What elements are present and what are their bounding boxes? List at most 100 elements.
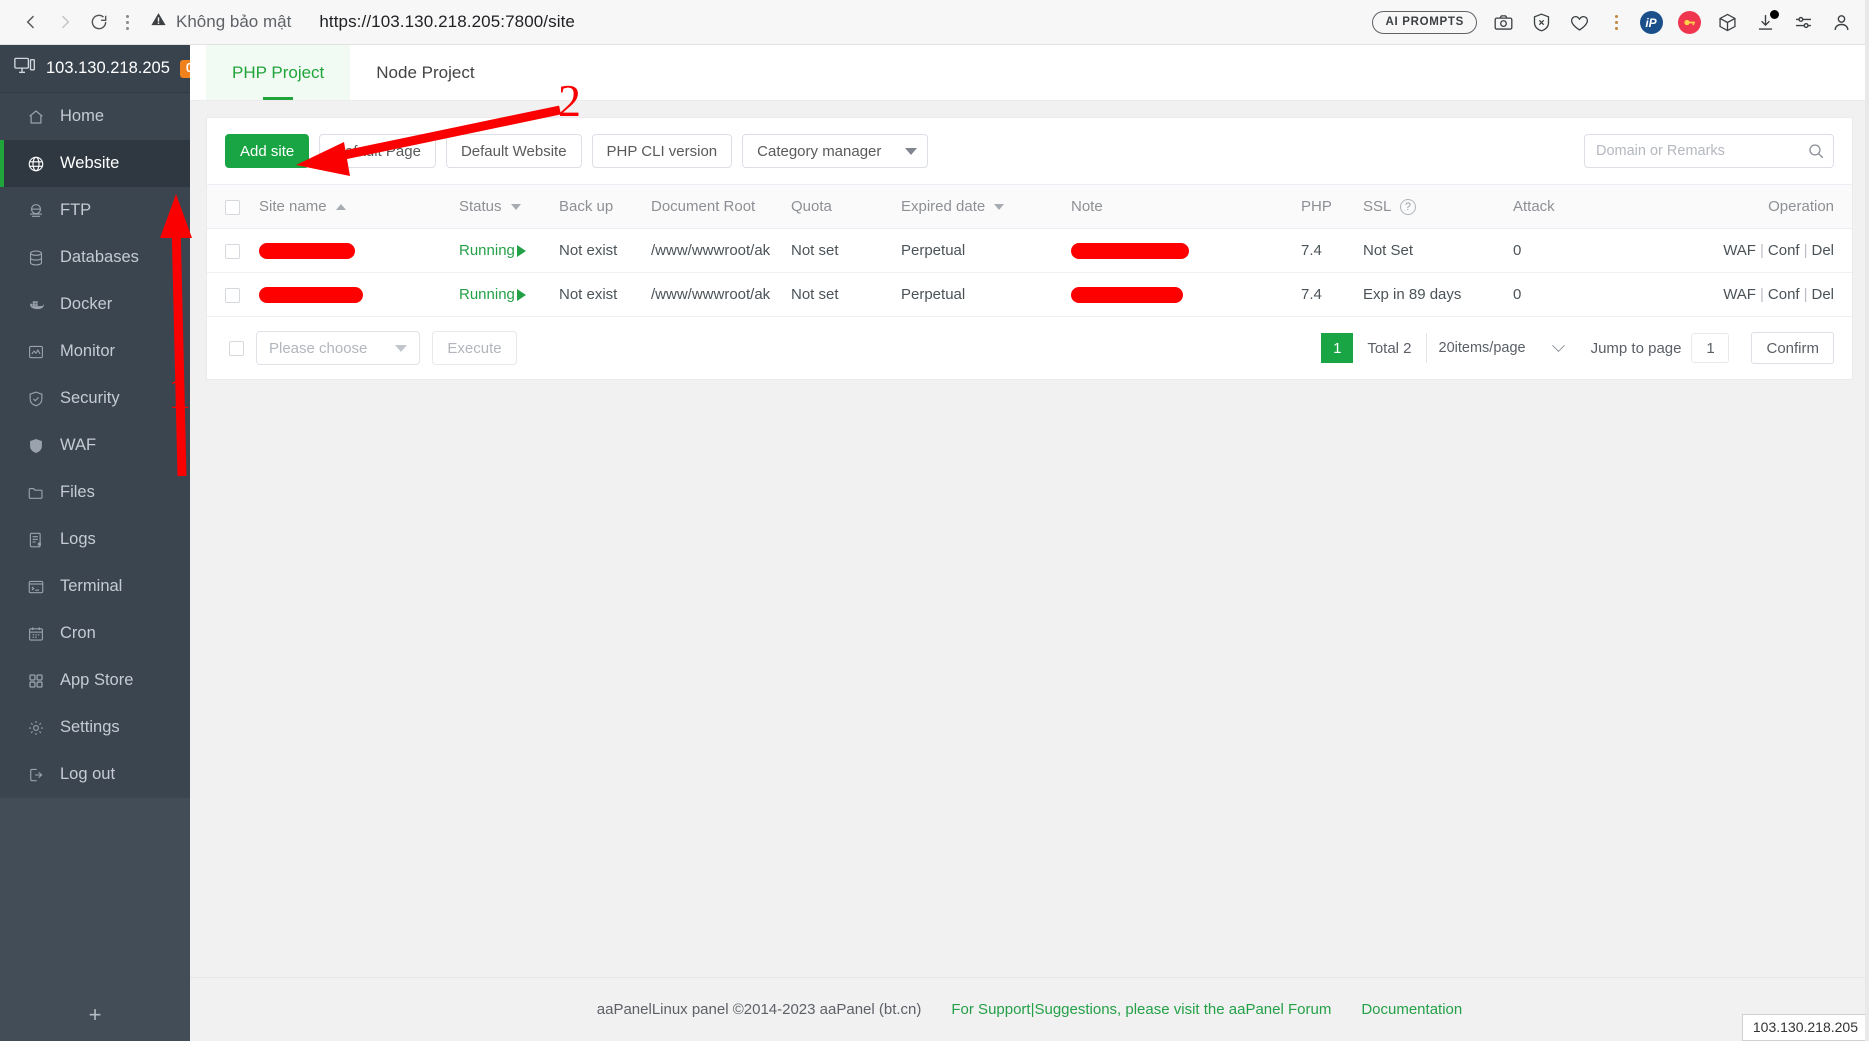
sidebar-item-waf[interactable]: WAF	[0, 422, 190, 469]
conf-link[interactable]: Conf	[1768, 286, 1800, 303]
sort-descending-icon[interactable]	[994, 204, 1005, 211]
shield-x-icon[interactable]	[1529, 11, 1553, 35]
page-number-1[interactable]: 1	[1321, 333, 1354, 364]
download-icon[interactable]	[1753, 9, 1779, 35]
category-manager-dropdown[interactable]: Category manager	[742, 134, 929, 168]
cell-expired-date[interactable]: Perpetual	[895, 272, 1065, 318]
sidebar-item-label: Monitor	[60, 342, 116, 360]
sidebar-item-cron[interactable]: Cron	[0, 610, 190, 657]
cell-status[interactable]: Running	[453, 228, 553, 274]
cell-php[interactable]: 7.4	[1295, 228, 1357, 274]
header-document-root: Document Root	[645, 183, 785, 230]
security-indicator[interactable]: Không bảo mật	[150, 11, 291, 33]
sidebar-item-ftp[interactable]: FTP	[0, 187, 190, 234]
execute-button[interactable]: Execute	[432, 331, 517, 366]
page-size-select[interactable]: 20items/page	[1427, 333, 1573, 363]
camera-icon[interactable]	[1491, 11, 1515, 35]
row-checkbox[interactable]	[225, 287, 240, 303]
table-row[interactable]: Running Not exist /www/wwwroot/ak Not se…	[207, 228, 1852, 274]
play-icon[interactable]	[516, 244, 526, 257]
cell-php[interactable]: 7.4	[1295, 272, 1357, 318]
sidebar-item-website[interactable]: Website	[0, 140, 190, 187]
php-cli-version-button[interactable]: PHP CLI version	[591, 134, 733, 168]
key-badge-icon[interactable]	[1677, 11, 1701, 35]
sort-descending-icon[interactable]	[510, 204, 521, 211]
sidebar-item-monitor[interactable]: Monitor	[0, 328, 190, 375]
heart-icon[interactable]	[1567, 11, 1591, 35]
sidebar-item-security[interactable]: Security	[0, 375, 190, 422]
tab-node-project[interactable]: Node Project	[350, 45, 500, 100]
sidebar-item-settings[interactable]: Settings	[0, 704, 190, 751]
help-icon[interactable]: ?	[1399, 199, 1416, 216]
cell-quota[interactable]: Not set	[785, 228, 895, 274]
sidebar-item-terminal[interactable]: Terminal	[0, 563, 190, 610]
sidebar-item-label: FTP	[60, 201, 92, 219]
profile-icon[interactable]	[1829, 11, 1853, 35]
add-site-button[interactable]: Add site	[225, 134, 310, 168]
header-status[interactable]: Status	[453, 183, 553, 230]
row-checkbox[interactable]	[225, 243, 240, 259]
pagination: 1 Total 2 20items/page Jump to page Conf…	[1321, 332, 1834, 365]
cell-status[interactable]: Running	[453, 272, 553, 318]
forward-button[interactable]	[48, 5, 82, 39]
vertical-dots-icon[interactable]	[1607, 8, 1625, 38]
cube-icon[interactable]	[1715, 11, 1739, 35]
page-scrollbar[interactable]	[1865, 0, 1869, 1041]
ip-badge-icon[interactable]: iP	[1639, 11, 1663, 35]
category-manager-label: Category manager	[757, 142, 882, 160]
cell-document-root[interactable]: /www/wwwroot/ak	[645, 228, 785, 274]
sidebar-item-docker[interactable]: Docker	[0, 281, 190, 328]
waf-link[interactable]: WAF	[1723, 286, 1756, 303]
sidebar-item-log-out[interactable]: Log out	[0, 751, 190, 798]
sidebar-header[interactable]: 103.130.218.205 0	[0, 45, 199, 93]
sidebar-item-home[interactable]: Home	[0, 93, 190, 140]
back-button[interactable]	[14, 5, 48, 39]
project-tabs: PHP Project Node Project	[190, 45, 1869, 101]
cell-attack[interactable]: 0	[1507, 228, 1627, 274]
cell-attack[interactable]: 0	[1507, 272, 1627, 318]
search-icon[interactable]	[1807, 142, 1825, 160]
default-page-button[interactable]: Default Page	[319, 134, 436, 168]
page-menu-icon[interactable]	[118, 7, 136, 37]
table-row[interactable]: Running Not exist /www/wwwroot/ak Not se…	[207, 272, 1852, 318]
header-expired-date[interactable]: Expired date	[895, 183, 1065, 230]
sidebar-item-label: Files	[60, 483, 95, 501]
page-footer: aaPanelLinux panel ©2014-2023 aaPanel (b…	[190, 977, 1869, 1041]
conf-link[interactable]: Conf	[1768, 242, 1800, 259]
cell-expired-date[interactable]: Perpetual	[895, 228, 1065, 274]
support-link[interactable]: For Support|Suggestions, please visit th…	[951, 1001, 1331, 1018]
batch-action-select[interactable]: Please choose	[256, 331, 421, 366]
tab-php-project[interactable]: PHP Project	[206, 45, 351, 100]
reload-button[interactable]	[82, 5, 116, 39]
sites-table: Site name Status Back up Document Root Q…	[207, 183, 1852, 318]
logout-icon	[26, 765, 46, 785]
jump-to-page-input[interactable]	[1691, 333, 1730, 364]
select-all-checkbox[interactable]	[225, 199, 240, 215]
confirm-button[interactable]: Confirm	[1751, 332, 1834, 365]
sidebar-item-label: App Store	[60, 671, 134, 689]
play-icon[interactable]	[516, 288, 526, 301]
tab-label: Node Project	[376, 62, 475, 82]
sidebar-item-app-store[interactable]: App Store	[0, 657, 190, 704]
search-input[interactable]	[1584, 134, 1834, 168]
sidebar-add-button[interactable]: +	[0, 989, 190, 1041]
sort-ascending-icon[interactable]	[335, 204, 346, 211]
cell-quota[interactable]: Not set	[785, 272, 895, 318]
cell-ssl[interactable]: Not Set	[1357, 228, 1507, 274]
default-website-button[interactable]: Default Website	[445, 134, 582, 168]
cell-ssl[interactable]: Exp in 89 days	[1357, 272, 1507, 318]
ai-prompts-button[interactable]: AI PROMPTS	[1372, 11, 1477, 34]
url-text[interactable]: https://103.130.218.205:7800/site	[319, 12, 575, 32]
del-link[interactable]: Del	[1811, 242, 1834, 259]
footer-select-all-checkbox[interactable]	[229, 340, 244, 356]
cell-document-root[interactable]: /www/wwwroot/ak	[645, 272, 785, 318]
sidebar-item-logs[interactable]: Logs	[0, 516, 190, 563]
sidebar-item-files[interactable]: Files	[0, 469, 190, 516]
warning-triangle-icon	[150, 11, 167, 33]
waf-link[interactable]: WAF	[1723, 242, 1756, 259]
sliders-icon[interactable]	[1791, 11, 1815, 35]
header-site-name[interactable]: Site name	[253, 183, 453, 230]
sidebar-item-databases[interactable]: Databases	[0, 234, 190, 281]
del-link[interactable]: Del	[1811, 286, 1834, 303]
documentation-link[interactable]: Documentation	[1361, 1001, 1462, 1018]
